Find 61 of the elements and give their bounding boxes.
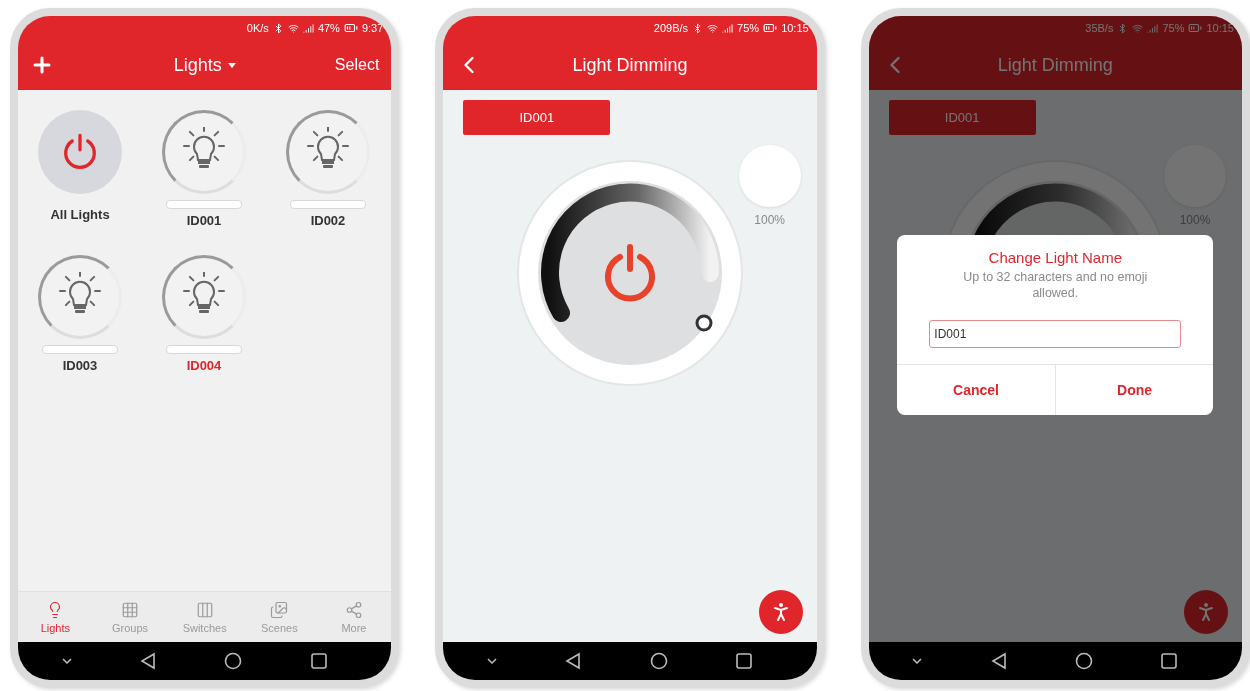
light-label: ID001 <box>186 213 222 228</box>
name-input-field[interactable]: ID001 <box>929 319 1182 348</box>
light-label: ID004 <box>186 358 222 373</box>
battery-icon <box>343 21 358 35</box>
network-speed: 209B/s <box>653 22 689 34</box>
clock-time: 10:15 <box>1206 22 1234 34</box>
chevron-icon <box>487 658 497 664</box>
network-speed: 0K/s <box>246 22 269 34</box>
network-speed: 35B/s <box>1085 22 1114 34</box>
floating-action-button[interactable] <box>1184 590 1228 634</box>
light-label: ID002 <box>310 213 346 228</box>
dialog-button[interactable]: Done <box>1054 364 1214 415</box>
recents-button[interactable] <box>309 652 328 670</box>
chevron-icon <box>61 658 72 664</box>
recents-button[interactable] <box>734 652 753 670</box>
light-label: ID003 <box>62 358 98 373</box>
tab-item[interactable]: Lights <box>25 600 86 634</box>
header-title: Lights <box>173 54 222 76</box>
tab-item[interactable]: Scenes <box>249 600 310 634</box>
dial-disk[interactable] <box>538 181 722 365</box>
select-button[interactable]: Select <box>334 56 380 74</box>
dialog-button[interactable]: Cancel <box>897 364 1055 415</box>
tab-item[interactable]: More <box>323 600 384 634</box>
dial-knob[interactable] <box>695 314 713 332</box>
light-name-button[interactable]: ID001 <box>463 100 611 135</box>
signal-icon <box>722 22 734 34</box>
back-button[interactable] <box>989 652 1008 670</box>
recents-button[interactable] <box>1160 652 1179 670</box>
battery-percent: 47% <box>317 22 340 34</box>
home-button[interactable] <box>224 652 243 670</box>
dialog-message: Up to 32 characters and no emoji allowed. <box>962 270 1149 302</box>
back-button[interactable] <box>139 652 157 670</box>
back-button[interactable] <box>564 652 583 670</box>
battery-icon <box>1188 21 1203 35</box>
wifi-icon <box>287 22 299 34</box>
clock-time: 9:37 <box>361 22 384 34</box>
signal-icon <box>302 22 314 34</box>
signal-icon <box>1147 22 1159 34</box>
brightness-percent: 100% <box>754 213 785 227</box>
switch-panel-icon <box>195 600 214 619</box>
light-name-button[interactable]: ID001 <box>888 100 1036 135</box>
home-button[interactable] <box>649 652 668 670</box>
dialog-title: Change Light Name <box>988 249 1122 267</box>
tab-item[interactable]: Groups <box>100 600 160 634</box>
battery-percent: 75% <box>1162 22 1185 34</box>
chevron-icon <box>912 658 923 664</box>
battery-percent: 75% <box>737 22 760 34</box>
wifi-icon <box>1132 22 1144 34</box>
clock-time: 10:15 <box>781 22 809 34</box>
light-label: All Lights <box>50 207 110 222</box>
share-icon <box>344 600 363 619</box>
grid-icon <box>121 600 139 619</box>
tab-item[interactable]: Switches <box>174 600 235 634</box>
images-icon <box>270 600 289 619</box>
header-title: Light Dimming <box>997 54 1113 76</box>
floating-action-button[interactable] <box>758 590 803 634</box>
wifi-icon <box>707 22 719 34</box>
battery-icon <box>763 21 778 35</box>
home-button[interactable] <box>1074 652 1093 670</box>
header-title: Light Dimming <box>572 54 688 76</box>
caret-icon <box>227 62 236 68</box>
